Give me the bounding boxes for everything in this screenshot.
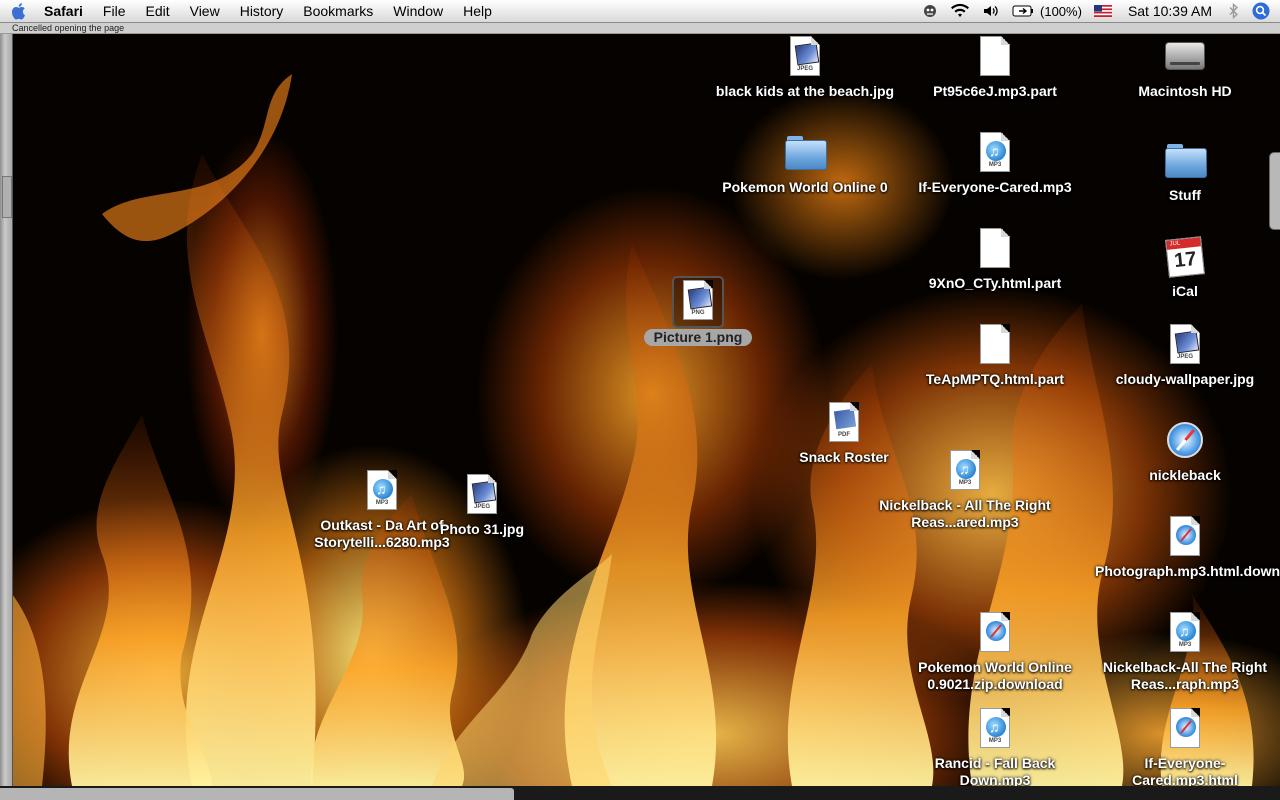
robot-icon[interactable] [916,0,944,22]
desktop-icon-photograph-mp3-html-download[interactable]: Photograph.mp3.html.download [1095,514,1280,580]
desktop-icon-pt95c6ej-part[interactable]: Pt95c6eJ.mp3.part [905,34,1085,100]
desktop-icon-cloudy-wallpaper-jpg[interactable]: JPEG cloudy-wallpaper.jpg [1095,322,1275,388]
mp3-file-icon: MP3 [971,706,1019,754]
safari-document-icon [1161,706,1209,754]
icon-label: Nickelback-All The Right Reas...raph.mp3 [1102,659,1268,692]
desktop-icon-macintosh-hd[interactable]: Macintosh HD [1095,34,1275,100]
desktop-icon-nickelback-all-the-right-reasons-mp3[interactable]: MP3 Nickelback - All The Right Reas...ar… [875,448,1055,531]
menu-window[interactable]: Window [383,0,453,22]
hard-drive-icon [1161,34,1209,82]
desktop-icon-black-kids-jpg[interactable]: JPEG black kids at the beach.jpg [715,34,895,100]
icon-label: If-Everyone-Cared.mp3.html [1132,755,1238,786]
apple-menu-icon[interactable] [0,2,40,20]
icon-label: iCal [1172,283,1198,299]
menu-file[interactable]: File [93,0,136,22]
safari-status-bar: Cancelled opening the page [0,23,1280,34]
pdf-file-icon: PDF [820,400,868,448]
menu-clock[interactable]: Sat 10:39 AM [1118,0,1222,22]
us-flag-icon[interactable] [1088,0,1118,22]
icon-label: Pt95c6eJ.mp3.part [933,83,1057,99]
drawer-handle[interactable] [1269,152,1280,230]
icon-label: Rancid - Fall Back Down.mp3 [934,755,1056,786]
bluetooth-icon[interactable] [1222,0,1246,22]
blank-document-icon [971,322,1019,370]
desktop-icon-9xno-cty-part[interactable]: 9XnO_CTy.html.part [905,226,1085,292]
menu-help[interactable]: Help [453,0,502,22]
icon-label: TeApMPTQ.html.part [925,371,1065,387]
horizontal-scrollbar[interactable] [0,788,514,800]
mp3-file-icon: MP3 [941,448,989,496]
desktop-icon-nickleback-webloc[interactable]: nickleback [1095,418,1275,484]
desktop-icon-nickelback-all-the-right-reasons-photograph-mp3[interactable]: MP3 Nickelback-All The Right Reas...raph… [1095,610,1275,693]
safari-download-icon [971,610,1019,658]
desktop-icon-if-everyone-cared-mp3-html[interactable]: If-Everyone-Cared.mp3.html [1095,706,1275,786]
calendar-icon: JUL 17 [1161,234,1209,282]
desktop[interactable]: JPEG black kids at the beach.jpg Pt95c6e… [12,34,1280,786]
volume-icon[interactable] [976,0,1006,22]
icon-label: nickleback [1149,467,1221,483]
wifi-icon[interactable] [944,0,976,22]
menu-edit[interactable]: Edit [135,0,179,22]
desktop-icon-ical[interactable]: JUL 17 iCal [1095,234,1275,300]
jpeg-file-icon: JPEG [1161,322,1209,370]
icon-label: Pokemon World Online 0 [722,179,888,195]
icon-label: Pokemon World Online 0.9021.zip.download [918,659,1072,692]
safari-app-icon [1161,418,1209,466]
icon-label: Picture 1.png [643,329,753,346]
battery-percent[interactable]: (100%) [1040,0,1088,22]
spotlight-icon[interactable] [1246,0,1280,22]
desktop-icon-rancid-mp3[interactable]: MP3 Rancid - Fall Back Down.mp3 [905,706,1085,786]
icon-label: 9XnO_CTy.html.part [928,275,1062,291]
battery-icon[interactable] [1006,0,1040,22]
icon-label: cloudy-wallpaper.jpg [1115,371,1255,387]
app-menu-safari[interactable]: Safari [40,0,93,22]
desktop-icon-photo-31-jpg[interactable]: JPEG Photo 31.jpg [392,472,572,538]
menu-view[interactable]: View [180,0,230,22]
png-file-icon: PNG [672,276,724,328]
icon-label: black kids at the beach.jpg [715,83,895,99]
icon-label: Photo 31.jpg [440,521,524,537]
desktop-icon-if-everyone-cared-mp3[interactable]: MP3 If-Everyone-Cared.mp3 [905,130,1085,196]
icon-label: Stuff [1169,187,1201,203]
fire-wallpaper [12,74,1254,786]
icon-label: If-Everyone-Cared.mp3 [918,179,1072,195]
menu-bookmarks[interactable]: Bookmarks [293,0,383,22]
safari-download-icon [1161,514,1209,562]
status-text: Cancelled opening the page [12,23,125,33]
safari-window-bottom-edge [0,786,1280,800]
menu-history[interactable]: History [230,0,294,22]
menu-bar: Safari File Edit View History Bookmarks … [0,0,1280,23]
desktop-icon-picture-1-png[interactable]: PNG Picture 1.png [608,276,788,347]
mp3-file-icon: MP3 [1161,610,1209,658]
window-resize-notch[interactable] [2,176,12,218]
icon-label: Nickelback - All The Right Reas...ared.m… [879,497,1051,530]
desktop-icon-pokemon-world-online-folder[interactable]: Pokemon World Online 0 [715,130,895,196]
icon-label: Macintosh HD [1138,83,1232,99]
desktop-icon-pokemon-world-online-zip-download[interactable]: Pokemon World Online 0.9021.zip.download [905,610,1085,693]
jpeg-file-icon: JPEG [458,472,506,520]
blank-document-icon [971,226,1019,274]
folder-icon [1161,138,1209,186]
mp3-file-icon: MP3 [971,130,1019,178]
jpeg-file-icon: JPEG [781,34,829,82]
folder-icon [781,130,829,178]
icon-label: Photograph.mp3.html.download [1095,563,1280,579]
blank-document-icon [971,34,1019,82]
safari-window-left-edge [0,34,13,786]
desktop-icon-teapmptq-part[interactable]: TeApMPTQ.html.part [905,322,1085,388]
desktop-icon-stuff-folder[interactable]: Stuff [1095,138,1275,204]
